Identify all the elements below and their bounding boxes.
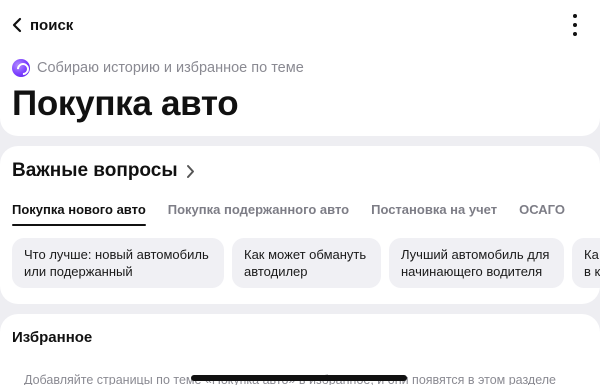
chip-line: Лучший автомобиль для — [401, 247, 550, 262]
header-card: поиск Собираю историю и избранное по тем… — [0, 0, 600, 136]
chip-line: Ка — [584, 247, 599, 262]
page: поиск Собираю историю и избранное по тем… — [0, 0, 600, 385]
chevron-right-icon — [186, 164, 194, 178]
chip-line: Как может обмануть — [244, 247, 367, 262]
important-questions-title: Важные вопросы — [12, 160, 178, 181]
chevron-left-icon — [12, 17, 22, 33]
chip-line: начинающего водителя — [401, 264, 543, 279]
subtitle-text: Собираю историю и избранное по теме — [37, 60, 304, 76]
question-chip[interactable]: Лучший автомобиль для начинающего водите… — [389, 238, 564, 288]
question-chips: Что лучше: новый автомобиль или подержан… — [12, 238, 600, 288]
back-button[interactable]: поиск — [12, 12, 73, 38]
alice-assistant-icon — [12, 59, 30, 77]
chip-line: Что лучше: новый автомобиль — [24, 247, 209, 262]
home-indicator[interactable] — [191, 375, 407, 381]
tab-osago[interactable]: ОСАГО — [519, 202, 565, 226]
tab-new-car[interactable]: Покупка нового авто — [12, 202, 146, 226]
important-questions-header[interactable]: Важные вопросы — [12, 160, 195, 182]
tab-registration[interactable]: Постановка на учет — [371, 202, 497, 226]
chip-line: в к — [584, 264, 600, 279]
important-questions-card: Важные вопросы Покупка нового авто Покуп… — [0, 146, 600, 304]
back-label: поиск — [30, 16, 74, 34]
page-title: Покупка авто — [12, 84, 239, 123]
question-chip[interactable]: Что лучше: новый автомобиль или подержан… — [12, 238, 224, 288]
chip-line: автодилер — [244, 264, 308, 279]
tab-used-car[interactable]: Покупка подержанного авто — [168, 202, 349, 226]
more-menu-icon[interactable] — [570, 14, 580, 36]
favorites-title: Избранное — [12, 329, 93, 346]
question-chip[interactable]: Как может обмануть автодилер — [232, 238, 381, 288]
question-tabs: Покупка нового авто Покупка подержанного… — [12, 202, 600, 226]
chip-line: или подержанный — [24, 264, 133, 279]
question-chip[interactable]: Ка в к — [572, 238, 600, 288]
subtitle: Собираю историю и избранное по теме — [12, 58, 304, 78]
